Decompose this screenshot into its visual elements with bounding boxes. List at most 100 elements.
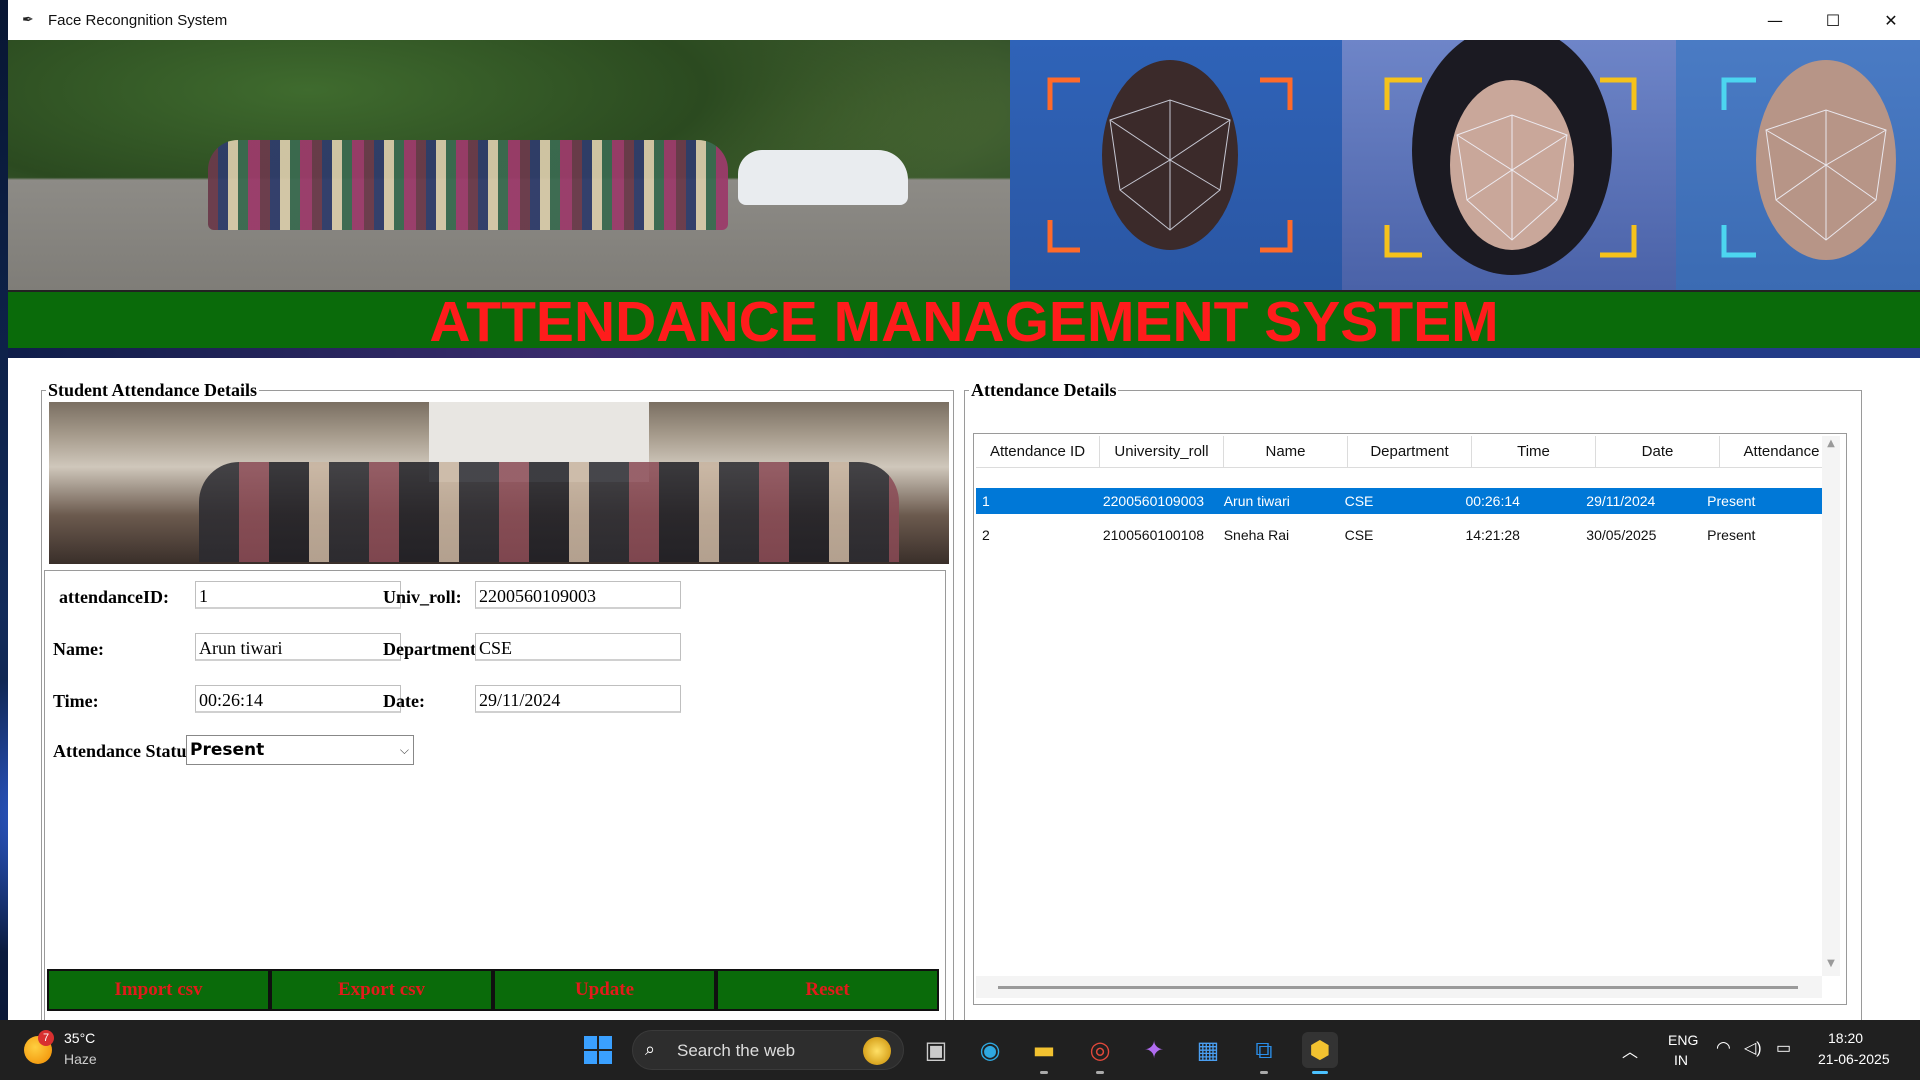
attendance-details-frame: Attendance Details Attendance ID Universi…: [964, 380, 1862, 1020]
table-cell: 30/05/2025: [1586, 527, 1657, 543]
page-title: ATTENDANCE MANAGEMENT SYSTEM: [429, 290, 1499, 354]
table-cell: 00:26:14: [1465, 493, 1520, 509]
column-header[interactable]: Name: [1224, 436, 1348, 468]
column-header[interactable]: Attendance: [1720, 436, 1822, 468]
classroom-students: [199, 462, 899, 562]
copilot-icon[interactable]: ✦: [1136, 1032, 1172, 1068]
column-header[interactable]: Attendance ID: [976, 436, 1100, 468]
attendance-status-select[interactable]: Present ⌵: [186, 735, 414, 765]
time-field[interactable]: 00:26:14: [195, 685, 401, 713]
table-cell: 1: [982, 493, 990, 509]
battery-icon[interactable]: ▭: [1776, 1038, 1791, 1058]
table-cell: CSE: [1344, 493, 1374, 509]
clock-date[interactable]: 21-06-2025: [1818, 1051, 1890, 1067]
attendance-status-label: Attendance Status:: [53, 741, 200, 761]
horizontal-scroll-thumb[interactable]: [998, 986, 1798, 989]
table-cell: 2100560100108: [1102, 527, 1205, 543]
import-csv-button[interactable]: Import csv: [47, 969, 270, 1011]
attendance-details-title: Attendance Details: [971, 380, 1117, 400]
date-label: Date:: [383, 691, 425, 711]
table-cell: Arun tiwari: [1223, 493, 1290, 509]
search-icon: ⌕: [645, 1039, 656, 1060]
table-cell: Present: [1707, 493, 1756, 509]
task-view-icon[interactable]: ▣: [918, 1032, 954, 1068]
vertical-scrollbar[interactable]: ▲ ▼: [1822, 436, 1840, 976]
chevron-down-icon[interactable]: ⌵: [400, 736, 409, 764]
clock-time[interactable]: 18:20: [1828, 1030, 1863, 1046]
attendance-status-value: Present: [190, 740, 265, 760]
window-title: Face Recongnition System: [48, 11, 228, 29]
column-header[interactable]: University_roll: [1100, 436, 1224, 468]
heading-bar: ATTENDANCE MANAGEMENT SYSTEM: [8, 290, 1920, 354]
group-photo-people: [208, 140, 728, 230]
weather-badge: 7: [38, 1030, 54, 1046]
face-scan-image-2: [1342, 40, 1676, 290]
attendance-id-label: attendanceID:: [59, 587, 169, 607]
chrome-icon[interactable]: ◎: [1082, 1032, 1118, 1074]
update-button[interactable]: Update: [493, 969, 716, 1011]
table-row[interactable]: 2 2100560100108 Sneha Rai CSE 14:21:28 30/05/…: [976, 522, 1822, 548]
name-label: Name:: [53, 639, 104, 659]
attendance-id-field[interactable]: 1: [195, 581, 401, 609]
group-photo-image: [8, 40, 1010, 290]
taskbar-search[interactable]: ⌕ Search the web: [632, 1030, 904, 1070]
edge-icon[interactable]: ◉: [972, 1032, 1008, 1068]
app-window: ✒ Face Recongnition System — ☐ ✕ ATTENDA…: [8, 0, 1920, 1020]
maximize-button[interactable]: ☐: [1804, 0, 1862, 40]
group-photo-car: [738, 150, 908, 205]
table-cell: 14:21:28: [1465, 527, 1520, 543]
reset-button[interactable]: Reset: [716, 969, 939, 1011]
horizontal-scrollbar[interactable]: [976, 976, 1822, 998]
table-cell: 29/11/2024: [1586, 493, 1656, 509]
department-label: Department:: [383, 639, 482, 659]
title-bar[interactable]: ✒ Face Recongnition System — ☐ ✕: [8, 0, 1920, 40]
time-label: Time:: [53, 691, 99, 711]
attendance-table-container: Attendance ID University_roll Name Departme…: [973, 433, 1847, 1005]
vscode-icon[interactable]: ⧉: [1246, 1032, 1282, 1074]
attendance-form: attendanceID: 1 Univ_roll: 2200560109003…: [44, 570, 946, 1020]
table-cell: CSE: [1344, 527, 1374, 543]
table-cell: Present: [1707, 527, 1756, 543]
attendance-table[interactable]: Attendance ID University_roll Name Departme…: [976, 436, 1822, 974]
weather-desc[interactable]: Haze: [64, 1051, 97, 1067]
main-frame: Student Attendance Details attendanceID:…: [24, 358, 1904, 1020]
date-field[interactable]: 29/11/2024: [475, 685, 681, 713]
classroom-image: [49, 402, 949, 564]
minimize-button[interactable]: —: [1746, 0, 1804, 40]
column-header[interactable]: Date: [1596, 436, 1720, 468]
scroll-down-icon[interactable]: ▼: [1822, 958, 1840, 974]
action-buttons: Import csv Export csv Update Reset: [47, 969, 939, 1011]
face-scan-image-1: [1010, 40, 1342, 290]
weather-temp[interactable]: 35°C: [64, 1030, 95, 1046]
export-csv-button[interactable]: Export csv: [270, 969, 493, 1011]
table-cell: Sneha Rai: [1223, 527, 1290, 543]
feather-icon: ✒: [22, 12, 34, 28]
univ-roll-label: Univ_roll:: [383, 587, 462, 607]
decorative-strip: [8, 348, 1920, 358]
table-cell: 2: [982, 527, 990, 543]
column-header[interactable]: Time: [1472, 436, 1596, 468]
search-highlight-icon: [863, 1037, 891, 1065]
table-cell: 2200560109003: [1102, 493, 1205, 509]
scroll-up-icon[interactable]: ▲: [1822, 438, 1840, 454]
banner-images: [8, 40, 1920, 290]
language-primary[interactable]: ENG: [1668, 1032, 1698, 1048]
chevron-up-icon[interactable]: ︿: [1622, 1038, 1638, 1062]
windows-start-icon[interactable]: [584, 1036, 612, 1064]
department-field[interactable]: CSE: [475, 633, 681, 661]
wifi-icon[interactable]: ◠: [1716, 1038, 1731, 1058]
file-explorer-icon[interactable]: ▬: [1026, 1032, 1062, 1074]
table-row[interactable]: 1 2200560109003 Arun tiwari CSE 00:26:14 29/1…: [976, 488, 1822, 514]
python-icon[interactable]: ⬢: [1302, 1032, 1338, 1074]
name-field[interactable]: Arun tiwari: [195, 633, 401, 661]
store-icon[interactable]: ▦: [1190, 1032, 1226, 1068]
column-header[interactable]: Department: [1348, 436, 1472, 468]
univ-roll-field[interactable]: 2200560109003: [475, 581, 681, 609]
student-attendance-title: Student Attendance Details: [48, 380, 258, 400]
table-header: Attendance ID University_roll Name Departme…: [976, 436, 1822, 468]
volume-icon[interactable]: ◁): [1744, 1038, 1762, 1058]
language-secondary[interactable]: IN: [1674, 1052, 1688, 1068]
close-button[interactable]: ✕: [1862, 0, 1920, 40]
taskbar: 7 35°C Haze ⌕ Search the web ▣ ◉ ▬ ◎ ✦ ▦…: [0, 1020, 1920, 1080]
face-scan-image-3: [1676, 40, 1920, 290]
